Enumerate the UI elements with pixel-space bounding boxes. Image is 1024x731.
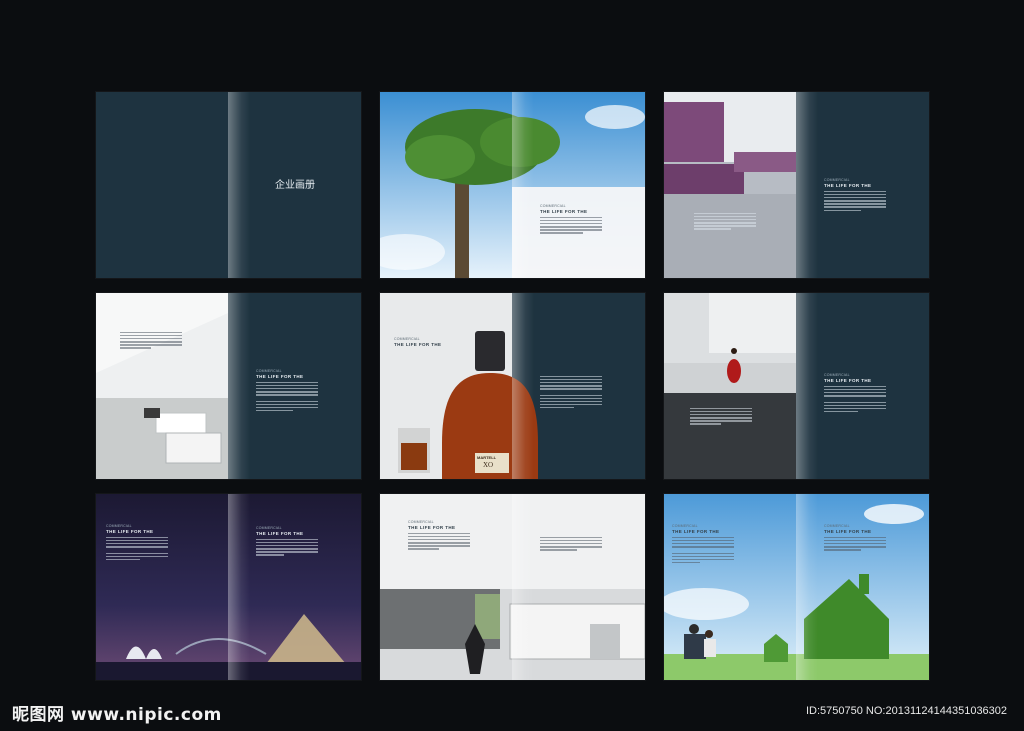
green-house-photo xyxy=(664,494,929,680)
spread-eyebrow: COMMERCIAL xyxy=(106,524,132,528)
spread-heading: THE LIFE FOR THE xyxy=(256,531,304,536)
body-text-lines xyxy=(824,386,886,413)
spread-eyebrow: COMMERCIAL xyxy=(394,337,420,341)
body-text-lines xyxy=(690,408,752,425)
site-watermark: 昵图网 www.nipic.com xyxy=(12,705,222,725)
brochure-spread-green-house: COMMERCIAL THE LIFE FOR THE COMMERCIAL T… xyxy=(664,494,929,680)
bottle-grade-label: XO xyxy=(483,461,494,469)
image-id-line: ID:5750750 NO:20131124144351036302 xyxy=(806,705,1008,717)
spread-eyebrow: COMMERCIAL xyxy=(540,204,566,208)
cover-back-page xyxy=(96,92,228,278)
body-text-lines xyxy=(106,537,168,561)
spread-eyebrow: COMMERCIAL xyxy=(408,520,434,524)
brochure-spread-living-room: COMMERCIAL THE LIFE FOR THE xyxy=(664,293,929,479)
body-text-lines xyxy=(540,376,602,409)
body-text-lines xyxy=(672,537,734,564)
brochure-spread-city-night: COMMERCIAL THE LIFE FOR THE COMMERCIAL T… xyxy=(96,494,361,680)
spread-eyebrow: COMMERCIAL xyxy=(824,373,850,377)
cover-title: 企业画册 xyxy=(275,180,315,191)
spread-heading: THE LIFE FOR THE xyxy=(106,529,154,534)
spread-heading: THE LIFE FOR THE xyxy=(672,529,720,534)
lounge-photo xyxy=(96,293,361,479)
spread-heading: THE LIFE FOR THE xyxy=(408,525,456,530)
brochure-spread-kitchen: COMMERCIAL THE LIFE FOR THE xyxy=(664,92,929,278)
living-room-photo xyxy=(664,293,929,479)
body-text-lines xyxy=(694,213,756,230)
body-text-lines xyxy=(540,537,602,551)
spread-eyebrow: COMMERCIAL xyxy=(672,524,698,528)
brochure-spread-tree: COMMERCIAL THE LIFE FOR THE xyxy=(380,92,645,278)
spread-heading: THE LIFE FOR THE xyxy=(824,378,872,383)
spread-heading: THE LIFE FOR THE xyxy=(824,183,872,188)
brochure-spread-cover xyxy=(96,92,361,278)
bottle-brand-label: MARTELL xyxy=(477,455,497,460)
body-text-lines xyxy=(256,539,318,556)
spread-heading: THE LIFE FOR THE xyxy=(540,209,588,214)
kitchen-photo xyxy=(664,92,929,278)
brochure-spread-modern-kitchen: COMMERCIAL THE LIFE FOR THE xyxy=(380,494,645,680)
body-text-lines xyxy=(540,217,602,234)
spread-eyebrow: COMMERCIAL xyxy=(824,178,850,182)
body-text-lines xyxy=(824,537,886,551)
body-text-lines xyxy=(120,332,182,349)
body-text-lines xyxy=(408,533,470,550)
tree-photo xyxy=(380,92,645,278)
spread-eyebrow: COMMERCIAL xyxy=(824,524,850,528)
cognac-photo xyxy=(380,293,645,479)
body-text-lines xyxy=(256,382,318,412)
city-night-photo xyxy=(96,494,361,680)
spread-eyebrow: COMMERCIAL xyxy=(256,369,282,373)
body-text-lines xyxy=(824,191,886,211)
spread-eyebrow: COMMERCIAL xyxy=(256,526,282,530)
spread-heading: THE LIFE FOR THE xyxy=(824,529,872,534)
brochure-spread-cognac: MARTELL XO COMMERCIAL THE LIFE FOR THE xyxy=(380,293,645,479)
brochure-spread-lounge: COMMERCIAL THE LIFE FOR THE xyxy=(96,293,361,479)
spread-heading: THE LIFE FOR THE xyxy=(394,342,442,347)
spread-heading: THE LIFE FOR THE xyxy=(256,374,304,379)
